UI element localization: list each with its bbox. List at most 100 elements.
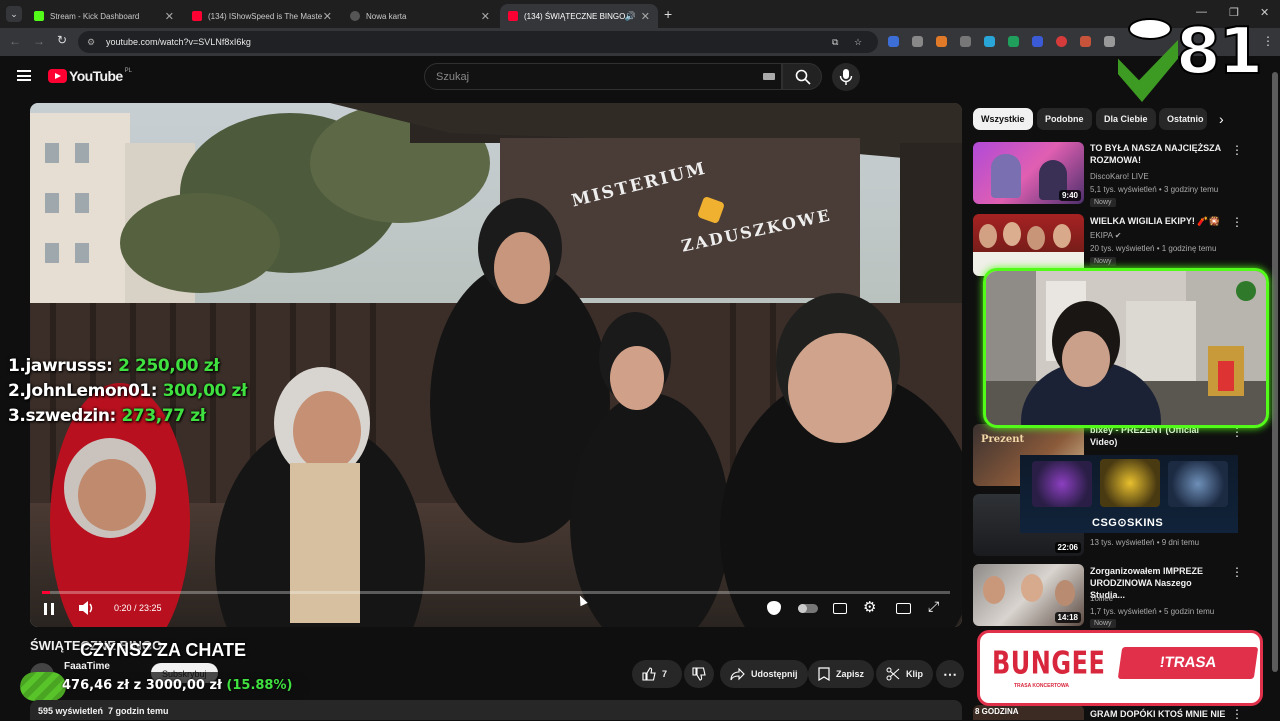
youtube-logo[interactable]: YouTube PL bbox=[48, 68, 132, 84]
keyboard-icon[interactable] bbox=[763, 73, 775, 80]
site-info-icon[interactable]: ⚙ bbox=[87, 31, 95, 53]
share-button[interactable]: Udostępnij bbox=[720, 660, 808, 688]
more-actions-button[interactable]: ⋯ bbox=[936, 660, 964, 688]
search-button[interactable] bbox=[782, 63, 822, 90]
recommended-video[interactable]: 8 GODZINA GRAM DOPÓKI KTOŚ MNIE NIE ⋮ bbox=[973, 705, 1273, 720]
miniplayer-icon[interactable] bbox=[896, 603, 911, 614]
chip-for-you[interactable]: Dla Ciebie bbox=[1096, 108, 1156, 130]
donor-row: 3.szwedzin: 273,77 zł bbox=[8, 406, 206, 426]
time-display: 0:20 / 23:25 bbox=[114, 603, 162, 613]
channel-name[interactable]: 1olliee bbox=[1090, 593, 1240, 604]
tab-new-tab[interactable]: Nowa karta ✕ bbox=[342, 4, 498, 28]
extension-icon[interactable] bbox=[936, 36, 947, 47]
extension-icon[interactable] bbox=[1080, 36, 1091, 47]
csg-skins-ad: CSG⊙SKINS bbox=[1020, 455, 1238, 533]
tab-title: (134) ŚWIĄTECZNE BINGO bbox=[524, 11, 626, 21]
video-meta: 5,1 tys. wyświetleń • 3 godziny temu bbox=[1090, 185, 1219, 194]
views-and-date: 595 wyświetleń 7 godzin temu bbox=[38, 706, 169, 716]
hamburger-menu-icon[interactable] bbox=[17, 70, 31, 81]
recommended-video[interactable]: 14:18 Zorganizowałem IMPREZE URODZINOWA … bbox=[973, 564, 1273, 630]
scrollbar-thumb[interactable] bbox=[1272, 72, 1278, 672]
chip-recent[interactable]: Ostatnio bbox=[1159, 108, 1207, 130]
close-icon[interactable]: ✕ bbox=[641, 10, 650, 23]
autoplay-toggle[interactable] bbox=[798, 604, 818, 613]
more-options-icon[interactable]: ⋮ bbox=[1231, 708, 1243, 720]
search-input[interactable]: Szukaj bbox=[424, 63, 782, 90]
video-thumbnail[interactable]: 14:18 bbox=[973, 564, 1084, 626]
page-scrollbar[interactable] bbox=[1272, 62, 1278, 718]
extension-icon[interactable] bbox=[912, 36, 923, 47]
close-icon[interactable]: ✕ bbox=[165, 10, 174, 23]
video-thumbnail[interactable]: 9:40 bbox=[973, 142, 1084, 204]
donor-amount: 273,77 zł bbox=[121, 406, 206, 426]
donor-amount: 300,00 zł bbox=[162, 381, 248, 401]
more-options-icon[interactable]: ⋮ bbox=[1231, 144, 1243, 156]
chip-related[interactable]: Podobne bbox=[1037, 108, 1092, 130]
extension-icon[interactable] bbox=[1008, 36, 1019, 47]
recommended-video[interactable]: 9:40 TO BYŁA NASZA NAJCIĘŻSZA ROZMOWA! D… bbox=[973, 142, 1273, 210]
chevron-right-icon[interactable]: › bbox=[1219, 111, 1224, 127]
goal-percent: (15.88%) bbox=[226, 678, 293, 693]
skin-card bbox=[1168, 461, 1228, 507]
back-icon[interactable]: ← bbox=[9, 34, 21, 48]
bookmark-star-icon[interactable]: ☆ bbox=[854, 31, 862, 53]
tab-swiateczne-bingo[interactable]: (134) ŚWIĄTECZNE BINGO 🔊 ✕ bbox=[500, 4, 658, 28]
goal-mid: z bbox=[133, 678, 142, 693]
extension-icon[interactable] bbox=[960, 36, 971, 47]
new-tab-button[interactable]: + bbox=[664, 6, 672, 22]
extension-icon[interactable] bbox=[888, 36, 899, 47]
tab-ishowspeed[interactable]: (134) IShowSpeed is The Maste ✕ bbox=[184, 4, 340, 28]
donor-name: 1.jawrusss: bbox=[8, 356, 113, 376]
channel-name[interactable]: FaaaTime bbox=[64, 661, 110, 672]
video-title[interactable]: WIELKA WIGILIA EKIPY! 🧨🎇 bbox=[1090, 215, 1225, 227]
url-text: youtube.com/watch?v=SVLNf8xI6kg bbox=[106, 37, 251, 47]
voice-search-button[interactable] bbox=[832, 63, 860, 91]
browser-tab-strip: ⌄ Stream - Kick Dashboard ✕ (134) IShowS… bbox=[0, 0, 1280, 28]
extension-icon[interactable] bbox=[984, 36, 995, 47]
clip-label: Klip bbox=[906, 669, 923, 679]
more-options-icon[interactable]: ⋮ bbox=[1231, 566, 1243, 578]
channel-name[interactable]: DiscoKaro! LIVE bbox=[1090, 171, 1240, 182]
close-icon[interactable]: ✕ bbox=[481, 10, 490, 23]
close-window-icon[interactable]: ✕ bbox=[1260, 6, 1269, 19]
close-icon[interactable]: ✕ bbox=[323, 10, 332, 23]
address-bar[interactable]: ⚙ youtube.com/watch?v=SVLNf8xI6kg ⧉ ☆ bbox=[78, 31, 878, 53]
subtitles-icon[interactable] bbox=[833, 603, 847, 614]
extension-icon[interactable] bbox=[1056, 36, 1067, 47]
goal-target: 3000,00 zł bbox=[145, 678, 222, 693]
save-button[interactable]: Zapisz bbox=[808, 660, 875, 688]
tab-search-button[interactable]: ⌄ bbox=[6, 6, 22, 22]
tab-kick-dashboard[interactable]: Stream - Kick Dashboard ✕ bbox=[26, 4, 182, 28]
dislike-button[interactable] bbox=[684, 660, 714, 688]
install-icon[interactable]: ⧉ bbox=[832, 31, 838, 53]
clip-button[interactable]: Klip bbox=[876, 660, 933, 688]
settings-gear-icon[interactable]: ⚙ bbox=[863, 598, 876, 616]
chip-all[interactable]: Wszystkie bbox=[973, 108, 1033, 130]
video-title[interactable]: GRAM DOPÓKI KTOŚ MNIE NIE bbox=[1090, 708, 1250, 720]
new-badge: Nowy bbox=[1090, 257, 1116, 266]
more-options-icon[interactable]: ⋮ bbox=[1231, 216, 1243, 228]
volume-button[interactable] bbox=[78, 600, 94, 621]
video-duration: 9:40 bbox=[1058, 190, 1081, 201]
video-meta: 20 tys. wyświetleń • 1 godzinę temu bbox=[1090, 244, 1217, 253]
pause-button[interactable] bbox=[44, 603, 54, 615]
donor-name: 3.szwedzin: bbox=[8, 406, 116, 426]
description-box[interactable]: 595 wyświetleń 7 godzin temu bbox=[30, 700, 962, 720]
like-button[interactable]: 7 bbox=[632, 660, 682, 688]
video-thumbnail[interactable]: 8 GODZINA bbox=[973, 705, 1084, 720]
bookmark-icon bbox=[818, 667, 830, 681]
speaker-icon[interactable]: 🔊 bbox=[625, 11, 636, 22]
extension-icon[interactable] bbox=[1032, 36, 1043, 47]
fullscreen-icon[interactable]: ⤢ bbox=[928, 598, 939, 615]
share-label: Udostępnij bbox=[751, 669, 798, 679]
tab-title: (134) IShowSpeed is The Maste bbox=[208, 11, 323, 21]
video-thumbnail[interactable] bbox=[973, 214, 1084, 276]
menu-dots-icon[interactable]: ⋮ bbox=[1262, 34, 1274, 48]
chrome-icon bbox=[350, 11, 360, 21]
reload-icon[interactable]: ↻ bbox=[57, 33, 67, 47]
forward-icon[interactable]: → bbox=[33, 34, 45, 48]
channel-name[interactable]: EKIPA ✔ bbox=[1090, 230, 1240, 241]
recommended-video[interactable]: WIELKA WIGILIA EKIPY! 🧨🎇 EKIPA ✔ 20 tys.… bbox=[973, 214, 1273, 276]
youtube-header: YouTube PL Szukaj bbox=[0, 56, 1280, 100]
video-title[interactable]: TO BYŁA NASZA NAJCIĘŻSZA ROZMOWA! bbox=[1090, 142, 1225, 166]
